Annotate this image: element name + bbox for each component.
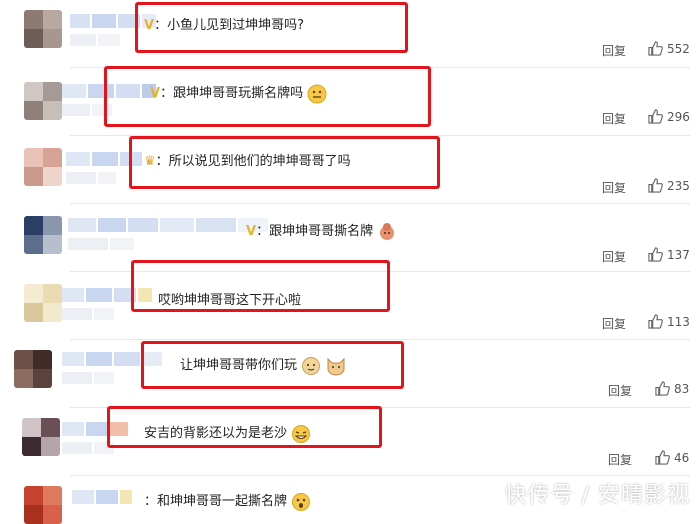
avatar[interactable]: [24, 216, 62, 254]
thumbs-up-icon: [648, 247, 663, 262]
highlight-box: [104, 66, 431, 127]
avatar[interactable]: [22, 418, 60, 456]
like-count: 235: [667, 178, 690, 193]
comment-row: ♛：所以说见到他们的坤坤哥哥了吗 回复 235: [0, 136, 700, 204]
reply-button[interactable]: 回复: [602, 42, 626, 59]
username-blurred[interactable]: [68, 218, 268, 232]
reply-button[interactable]: 回复: [602, 315, 626, 332]
avatar[interactable]: [24, 82, 62, 120]
highlight-box: [141, 341, 404, 389]
thumbs-up-icon: [648, 41, 663, 56]
reply-button[interactable]: 回复: [602, 248, 626, 265]
comment-row: V：小鱼儿见到过坤坤哥吗? 回复 552: [0, 0, 700, 68]
reply-button[interactable]: 回复: [602, 179, 626, 196]
comment-row: 哎哟坤坤哥哥这下开心啦 回复 113: [0, 260, 700, 340]
reply-button[interactable]: 回复: [608, 451, 632, 468]
thumbs-up-icon: [648, 314, 663, 329]
pig-emoji-icon: [380, 222, 395, 240]
like-button[interactable]: 137: [648, 247, 690, 262]
thumbs-up-icon: [648, 109, 663, 124]
like-button[interactable]: 552: [648, 41, 690, 56]
reply-button[interactable]: 回复: [602, 110, 626, 127]
username-blurred[interactable]: [72, 490, 132, 504]
blurred-text: [66, 172, 116, 186]
avatar[interactable]: [14, 350, 52, 388]
like-count: 137: [667, 247, 690, 262]
comment-text: ：和坤坤哥哥一起撕名牌: [144, 490, 311, 512]
reply-button[interactable]: 回复: [608, 382, 632, 399]
comment-row: 安吉的背影还以为是老沙 回复 46: [0, 406, 700, 476]
highlight-box: [135, 2, 408, 53]
comment-row: 让坤坤哥哥带你们玩 回复 83: [0, 340, 700, 408]
avatar[interactable]: [24, 10, 62, 48]
highlight-box: [131, 260, 390, 312]
like-button[interactable]: 83: [655, 381, 689, 396]
like-button[interactable]: 46: [655, 450, 689, 465]
like-count: 46: [674, 450, 690, 465]
like-button[interactable]: 113: [648, 314, 690, 329]
blurred-text: [70, 34, 120, 48]
like-button[interactable]: 296: [648, 109, 690, 124]
thumbs-up-icon: [655, 381, 670, 396]
blurred-text: [62, 308, 114, 322]
comment-row: V：跟坤坤哥哥玩撕名牌吗 回复 296: [0, 66, 700, 136]
watermark: 快传号 / 安晴影视: [504, 483, 690, 508]
like-count: 113: [667, 314, 690, 329]
avatar[interactable]: [24, 486, 62, 524]
blurred-text: [68, 238, 134, 252]
avatar[interactable]: [24, 148, 62, 186]
like-count: 296: [667, 109, 690, 124]
thumbs-up-icon: [648, 178, 663, 193]
like-button[interactable]: 235: [648, 178, 690, 193]
highlight-box: [129, 136, 440, 189]
thumbs-up-icon: [655, 450, 670, 465]
like-count: 83: [674, 381, 690, 396]
blurred-text: [62, 372, 114, 386]
scared-emoji-icon: [292, 492, 311, 511]
vip-badge-icon: V: [246, 224, 257, 239]
highlight-box: [107, 406, 382, 448]
like-count: 552: [667, 41, 690, 56]
comment-text: V：跟坤坤哥哥撕名牌: [246, 220, 397, 242]
avatar[interactable]: [24, 284, 62, 322]
